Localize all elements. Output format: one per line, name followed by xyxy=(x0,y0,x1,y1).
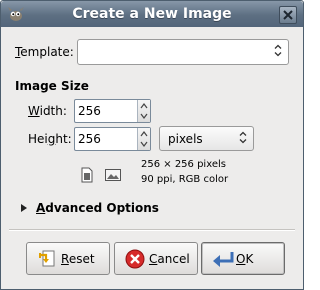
ok-icon xyxy=(212,249,234,272)
advanced-options-expander[interactable]: Advanced Options xyxy=(36,201,159,215)
cancel-button[interactable]: Cancel xyxy=(114,242,198,275)
spin-up-icon[interactable] xyxy=(140,130,148,138)
width-input[interactable] xyxy=(75,100,137,122)
unit-value: pixels xyxy=(168,132,203,146)
spin-down-icon[interactable] xyxy=(140,112,148,120)
width-spin-buttons[interactable] xyxy=(137,100,150,122)
reset-label: Reset xyxy=(61,252,95,266)
spin-up-icon[interactable] xyxy=(140,102,148,110)
width-spinner[interactable] xyxy=(74,99,151,123)
unit-combo[interactable]: pixels xyxy=(159,126,254,151)
ok-label: OK xyxy=(236,252,254,266)
close-icon[interactable] xyxy=(279,6,297,24)
landscape-orientation-icon[interactable] xyxy=(105,169,121,184)
height-label: Height: xyxy=(28,132,72,146)
template-label: Template: xyxy=(15,45,74,59)
template-combo[interactable] xyxy=(77,39,289,65)
expander-triangle-icon[interactable] xyxy=(20,202,28,216)
image-size-heading: Image Size xyxy=(15,79,89,93)
image-info-resolution: 90 ppi, RGB color xyxy=(141,174,229,185)
reset-button[interactable]: Reset xyxy=(26,242,110,275)
height-input[interactable] xyxy=(75,128,137,150)
width-label: Width: xyxy=(28,104,67,118)
height-spinner[interactable] xyxy=(74,127,151,151)
updown-chevron-icon xyxy=(274,44,282,60)
updown-chevron-icon xyxy=(239,131,247,146)
separator xyxy=(9,229,295,231)
height-spin-buttons[interactable] xyxy=(137,128,150,150)
spin-down-icon[interactable] xyxy=(140,140,148,148)
reset-icon xyxy=(37,249,57,272)
title-bar[interactable]: Create a New Image xyxy=(1,1,303,27)
cancel-icon xyxy=(125,249,145,272)
image-info-dimensions: 256 × 256 pixels xyxy=(141,159,226,170)
window-title: Create a New Image xyxy=(72,6,232,22)
portrait-orientation-icon[interactable] xyxy=(81,167,93,186)
dialog-window: Create a New Image Template: Image Size … xyxy=(0,0,304,290)
ok-button[interactable]: OK xyxy=(201,242,285,275)
cancel-label: Cancel xyxy=(149,252,190,266)
